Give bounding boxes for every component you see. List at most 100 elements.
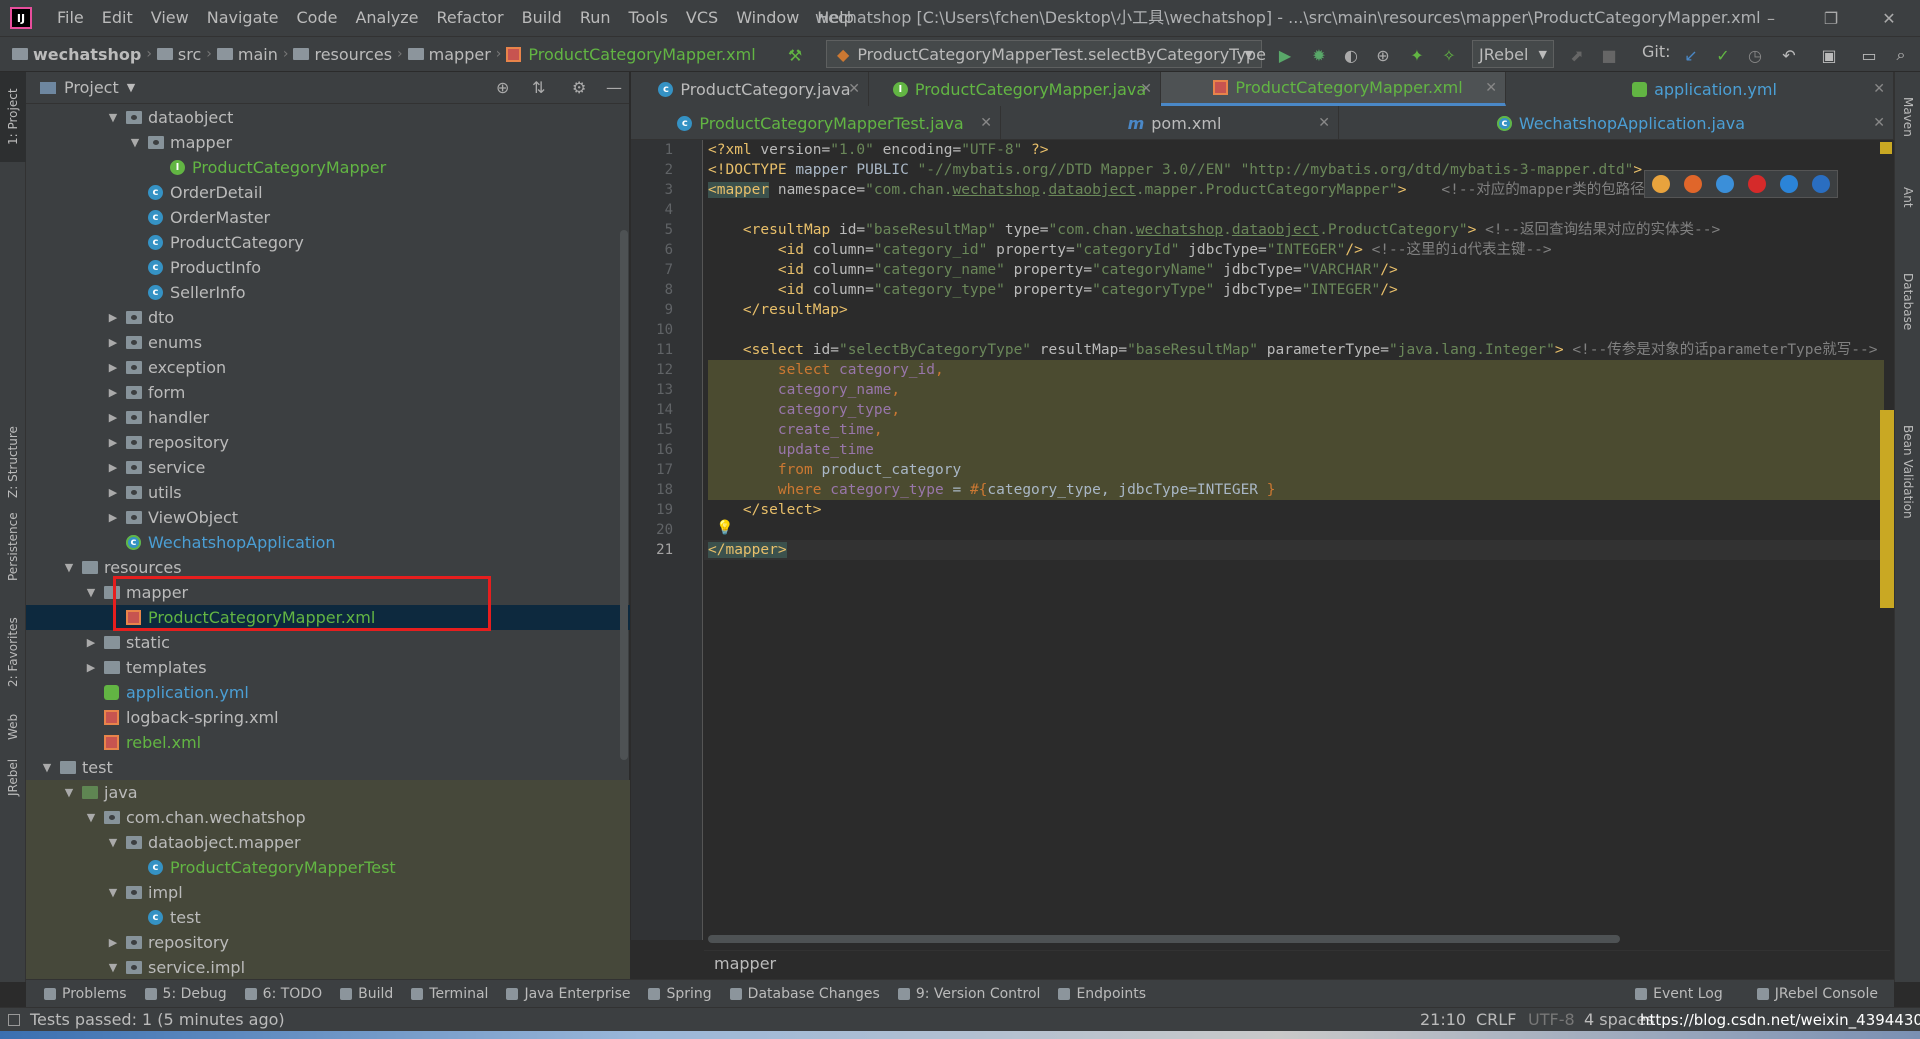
tree-node-mapper[interactable]: ▼ mapper: [26, 580, 630, 605]
hide-panel-icon[interactable]: —: [606, 78, 622, 97]
coverage-icon[interactable]: ◐: [1340, 44, 1362, 66]
menu-file[interactable]: File: [48, 0, 93, 36]
tool-window-ant[interactable]: Ant: [1895, 162, 1920, 232]
close-tab-icon[interactable]: ✕: [1318, 115, 1330, 131]
tool-window-bean-validation[interactable]: Bean Validation: [1895, 372, 1920, 572]
tab-pom-xml[interactable]: m pom.xml ✕: [1001, 106, 1339, 140]
tree-node-rebel-xml[interactable]: rebel.xml: [26, 730, 630, 755]
tree-node-productcategorymapper-xml[interactable]: ProductCategoryMapper.xml: [26, 605, 630, 630]
expand-arrow-icon[interactable]: ▼: [106, 961, 120, 974]
crumb-mapper[interactable]: mapper: [407, 45, 491, 64]
tab-productcategorymapper-java[interactable]: I ProductCategoryMapper.java ✕: [869, 72, 1161, 106]
tree-node-com-chan-wechatshop[interactable]: ▼ com.chan.wechatshop: [26, 805, 630, 830]
ie-icon[interactable]: [1780, 175, 1798, 193]
git-update-icon[interactable]: ↙: [1680, 44, 1702, 66]
tree-node-dataobject-mapper[interactable]: ▼ dataobject.mapper: [26, 830, 630, 855]
tab-wechatshopapplication-java[interactable]: c WechatshopApplication.java ✕: [1339, 106, 1894, 140]
tool-event-log[interactable]: Event Log: [1635, 986, 1723, 1002]
tree-node-application-yml[interactable]: application.yml: [26, 680, 630, 705]
toggle-tool-windows-icon[interactable]: [8, 1013, 20, 1026]
firefox-icon[interactable]: [1684, 175, 1702, 193]
tree-node-form[interactable]: ▶ form: [26, 380, 630, 405]
menu-window[interactable]: Window: [727, 0, 808, 36]
collapse-arrow-icon[interactable]: ▶: [106, 336, 120, 349]
tree-node-ordermaster[interactable]: c OrderMaster: [26, 205, 630, 230]
gear-icon[interactable]: ⚙: [572, 78, 586, 97]
close-tab-icon[interactable]: ✕: [1485, 80, 1497, 96]
caret-position[interactable]: 21:10: [1420, 1010, 1466, 1029]
tree-node-viewobject[interactable]: ▶ ViewObject: [26, 505, 630, 530]
collapse-arrow-icon[interactable]: ▶: [106, 511, 120, 524]
tool-problems[interactable]: Problems: [44, 986, 127, 1002]
collapse-arrow-icon[interactable]: ▶: [106, 361, 120, 374]
tree-node-utils[interactable]: ▶ utils: [26, 480, 630, 505]
opera-icon[interactable]: [1748, 175, 1766, 193]
crumb-src[interactable]: src: [156, 45, 201, 64]
search-icon[interactable]: ⌕: [1890, 44, 1912, 66]
tool-jrebel-console[interactable]: JRebel Console: [1756, 986, 1878, 1002]
tool-endpoints[interactable]: Endpoints: [1058, 986, 1146, 1002]
status-message[interactable]: Tests passed: 1 (5 minutes ago): [30, 1010, 285, 1029]
tree-node-logback-spring-xml[interactable]: logback-spring.xml: [26, 705, 630, 730]
tree-node-service-impl[interactable]: ▼ service.impl: [26, 955, 630, 980]
restore-button[interactable]: ❐: [1808, 0, 1854, 36]
tool-spring[interactable]: Spring: [648, 986, 712, 1002]
tree-node-repository[interactable]: ▶ repository: [26, 930, 630, 955]
collapse-arrow-icon[interactable]: ▶: [84, 661, 98, 674]
tool-window-1-project[interactable]: 1: Project: [0, 72, 26, 162]
code-breadcrumb[interactable]: mapper: [704, 950, 1890, 976]
tree-node-test[interactable]: c test: [26, 905, 630, 930]
tool-9-version-control[interactable]: 9: Version Control: [897, 986, 1040, 1002]
tool-java-enterprise[interactable]: Java Enterprise: [506, 986, 630, 1002]
jrebel-select[interactable]: JRebel ▼: [1472, 40, 1554, 68]
intellij-logo-icon[interactable]: IJ: [10, 7, 32, 29]
collapse-arrow-icon[interactable]: ▶: [106, 386, 120, 399]
chrome-icon[interactable]: [1652, 175, 1670, 193]
menu-navigate[interactable]: Navigate: [198, 0, 288, 36]
tree-node-service[interactable]: ▶ service: [26, 455, 630, 480]
edge-icon[interactable]: [1812, 175, 1830, 193]
close-window-button[interactable]: ✕: [1866, 0, 1912, 36]
expand-arrow-icon[interactable]: ▼: [84, 586, 98, 599]
crumb-resources[interactable]: resources: [293, 45, 392, 64]
collapse-arrow-icon[interactable]: ▶: [106, 311, 120, 324]
collapse-arrow-icon[interactable]: ▶: [106, 936, 120, 949]
menu-code[interactable]: Code: [288, 0, 347, 36]
tree-node-handler[interactable]: ▶ handler: [26, 405, 630, 430]
jrebel-debug-icon[interactable]: ✧: [1438, 44, 1460, 66]
tab-productcategorymapper-xml[interactable]: ProductCategoryMapper.xml ✕: [1161, 72, 1506, 106]
tool-5-debug[interactable]: 5: Debug: [144, 986, 227, 1002]
expand-arrow-icon[interactable]: ▼: [62, 786, 76, 799]
tool-window-maven[interactable]: Maven: [1895, 72, 1920, 162]
close-tab-icon[interactable]: ✕: [848, 81, 860, 97]
crumb-productcategorymapper-xml[interactable]: ProductCategoryMapper.xml: [506, 45, 756, 64]
tool-database-changes[interactable]: Database Changes: [729, 986, 880, 1002]
menu-edit[interactable]: Edit: [93, 0, 142, 36]
tab-productcategorymappertest-java[interactable]: c ProductCategoryMapperTest.java ✕: [631, 106, 1001, 140]
layout-icon[interactable]: ▭: [1858, 44, 1880, 66]
tree-node-resources[interactable]: ▼ resources: [26, 555, 630, 580]
line-separator[interactable]: CRLF: [1476, 1010, 1516, 1029]
tree-node-enums[interactable]: ▶ enums: [26, 330, 630, 355]
expand-arrow-icon[interactable]: ▼: [128, 136, 142, 149]
git-history-icon[interactable]: ◷: [1744, 44, 1766, 66]
project-scrollbar[interactable]: [620, 230, 628, 760]
menu-vcs[interactable]: VCS: [677, 0, 727, 36]
git-revert-icon[interactable]: ↶: [1778, 44, 1800, 66]
build-hammer-icon[interactable]: ⚒: [784, 44, 806, 66]
expand-arrow-icon[interactable]: ▼: [84, 811, 98, 824]
tree-node-repository[interactable]: ▶ repository: [26, 430, 630, 455]
git-commit-icon[interactable]: ✓: [1712, 44, 1734, 66]
error-stripe-marker[interactable]: [1880, 410, 1894, 608]
chevron-down-icon[interactable]: ▼: [127, 81, 135, 94]
jrebel-run-icon[interactable]: ✦: [1406, 44, 1428, 66]
tree-node-productinfo[interactable]: c ProductInfo: [26, 255, 630, 280]
expand-arrow-icon[interactable]: ▼: [40, 761, 54, 774]
menu-run[interactable]: Run: [571, 0, 620, 36]
tree-node-sellerinfo[interactable]: c SellerInfo: [26, 280, 630, 305]
tree-node-dto[interactable]: ▶ dto: [26, 305, 630, 330]
tool-window-persistence[interactable]: Persistence: [0, 492, 26, 602]
tree-node-impl[interactable]: ▼ impl: [26, 880, 630, 905]
tab-productcategory-java[interactable]: c ProductCategory.java ✕: [631, 72, 869, 106]
tab-application-yml[interactable]: application.yml ✕: [1506, 72, 1894, 106]
